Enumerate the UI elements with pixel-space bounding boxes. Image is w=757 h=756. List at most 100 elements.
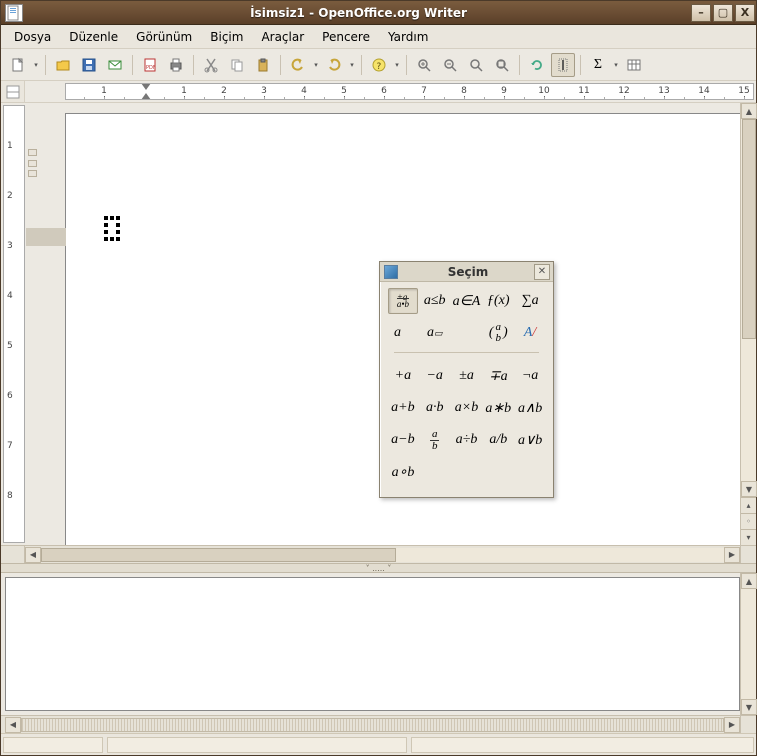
palette-a-or-b[interactable]: a∨b <box>515 427 545 453</box>
menu-file[interactable]: Dosya <box>7 27 58 47</box>
palette-relations[interactable]: a≤b <box>420 288 450 314</box>
redo-button[interactable] <box>322 53 346 77</box>
mail-button[interactable] <box>103 53 127 77</box>
palette-not-a[interactable]: ¬a <box>515 363 545 389</box>
pdf-button[interactable]: PDF <box>138 53 162 77</box>
formula-scroll-down[interactable]: ▼ <box>741 699 757 715</box>
new-dropdown[interactable]: ▾ <box>31 53 41 77</box>
formula-vscroll[interactable]: ▲ ▼ <box>740 573 756 715</box>
vscroll-thumb[interactable] <box>742 119 756 339</box>
zoom-out-button[interactable] <box>438 53 462 77</box>
selection-palette[interactable]: Seçim ✕ +aa•ba≤ba∈Aƒ(x)∑a a⃗a▭ (ab)A/ +a−… <box>379 261 554 498</box>
palette-minus-a[interactable]: −a <box>420 363 450 389</box>
next-page-button[interactable]: ▾ <box>741 529 756 545</box>
formula-scroll-up[interactable]: ▲ <box>741 573 757 589</box>
palette-functions[interactable]: ƒ(x) <box>483 288 513 314</box>
sigma-dropdown[interactable]: ▾ <box>611 53 621 77</box>
status-cell-3[interactable] <box>411 737 754 753</box>
table-button[interactable] <box>622 53 646 77</box>
palette-brackets[interactable]: (ab) <box>483 320 513 346</box>
ruler-first-indent-marker[interactable] <box>141 83 151 90</box>
scroll-right-button[interactable]: ▶ <box>724 547 740 563</box>
vertical-scrollbar[interactable]: ▲ ▼ ▴ ◦ ▾ <box>740 103 756 545</box>
palette-attributes[interactable]: a▭ <box>420 320 450 346</box>
palette-a-circ-b[interactable]: a∘b <box>388 459 418 485</box>
palette-plusminus-a[interactable]: ±a <box>452 363 482 389</box>
close-button[interactable]: X <box>735 4 755 22</box>
copy-button[interactable] <box>225 53 249 77</box>
palette-a-over-b[interactable]: ab <box>420 427 450 453</box>
menu-window[interactable]: Pencere <box>315 27 377 47</box>
status-cell-2[interactable] <box>107 737 407 753</box>
ruler-v-number: 3 <box>7 241 13 251</box>
undo-dropdown[interactable]: ▾ <box>311 53 321 77</box>
menu-tools[interactable]: Araçlar <box>254 27 311 47</box>
placeholder-icon <box>104 216 126 244</box>
zoom-100-button[interactable] <box>464 53 488 77</box>
menu-help[interactable]: Yardım <box>381 27 435 47</box>
palette-minusplus-a[interactable]: ∓a <box>483 363 513 389</box>
palette-a-and-b[interactable]: a∧b <box>515 395 545 421</box>
palette-a-dot-b[interactable]: a·b <box>420 395 450 421</box>
palette-a-star-b[interactable]: a∗b <box>483 395 513 421</box>
undo-button[interactable] <box>286 53 310 77</box>
palette-operators[interactable]: ∑a <box>515 288 545 314</box>
horizontal-scrollbar[interactable]: ◀ ▶ <box>25 546 740 563</box>
palette-titlebar[interactable]: Seçim ✕ <box>380 262 553 282</box>
new-button[interactable] <box>6 53 30 77</box>
scroll-up-button[interactable]: ▲ <box>741 103 757 119</box>
palette-a-minus-b[interactable]: a−b <box>388 427 418 453</box>
formula-input[interactable] <box>5 577 740 711</box>
palette-a-slash-b[interactable]: a/b <box>483 427 513 453</box>
vertical-ruler[interactable]: 12345678 <box>3 105 25 543</box>
ruler-v-number: 7 <box>7 441 13 451</box>
refresh-button[interactable] <box>525 53 549 77</box>
document-area[interactable]: Seçim ✕ +aa•ba≤ba∈Aƒ(x)∑a a⃗a▭ (ab)A/ +a−… <box>25 103 740 545</box>
menu-format[interactable]: Biçim <box>203 27 250 47</box>
ruler-h-number: 14 <box>698 86 709 96</box>
palette-plus-a[interactable]: +a <box>388 363 418 389</box>
minimize-button[interactable]: – <box>691 4 711 22</box>
zoom-in-button[interactable] <box>412 53 436 77</box>
palette-vectors[interactable]: a⃗ <box>388 320 418 346</box>
formula-hscroll[interactable]: ◀ ▶ <box>1 716 740 733</box>
status-cell-1[interactable] <box>3 737 103 753</box>
help-dropdown[interactable]: ▾ <box>392 53 402 77</box>
paste-button[interactable] <box>251 53 275 77</box>
ruler-v-number: 2 <box>7 191 13 201</box>
palette-a-plus-b[interactable]: a+b <box>388 395 418 421</box>
statusbar <box>1 733 756 755</box>
scroll-left-button[interactable]: ◀ <box>25 547 41 563</box>
palette-a-times-b[interactable]: a×b <box>452 395 482 421</box>
formula-scroll-left[interactable]: ◀ <box>5 717 21 733</box>
palette-unary-binary[interactable]: +aa•b <box>388 288 418 314</box>
cut-button[interactable] <box>199 53 223 77</box>
redo-dropdown[interactable]: ▾ <box>347 53 357 77</box>
print-button[interactable] <box>164 53 188 77</box>
splitter[interactable]: ˅ ..... ˅ <box>1 563 756 573</box>
cursor-button[interactable] <box>551 53 575 77</box>
maximize-button[interactable]: ▢ <box>713 4 733 22</box>
titlebar[interactable]: İsimsiz1 - OpenOffice.org Writer – ▢ X <box>1 1 756 25</box>
ruler-left-indent-marker[interactable] <box>141 93 151 100</box>
hscroll-thumb[interactable] <box>41 548 396 562</box>
ruler-v-number: 8 <box>7 491 13 501</box>
help-button[interactable]: ? <box>367 53 391 77</box>
horizontal-ruler[interactable]: 1123456789101112131415 <box>65 83 754 100</box>
prev-page-button[interactable]: ▴ <box>741 497 756 513</box>
menu-view[interactable]: Görünüm <box>129 27 199 47</box>
save-button[interactable] <box>77 53 101 77</box>
palette-a-div-b[interactable]: a÷b <box>452 427 482 453</box>
open-button[interactable] <box>51 53 75 77</box>
zoom-all-button[interactable] <box>490 53 514 77</box>
menu-edit[interactable]: Düzenle <box>62 27 125 47</box>
palette-formats[interactable]: A/ <box>515 320 545 346</box>
nav-button[interactable]: ◦ <box>741 513 756 529</box>
scroll-down-button[interactable]: ▼ <box>741 481 757 497</box>
ruler-corner[interactable] <box>1 81 25 102</box>
formula-hscroll-thumb[interactable] <box>21 718 724 732</box>
formula-scroll-right[interactable]: ▶ <box>724 717 740 733</box>
sigma-button[interactable]: Σ <box>586 53 610 77</box>
palette-close-button[interactable]: ✕ <box>534 264 550 280</box>
palette-set-ops[interactable]: a∈A <box>452 288 482 314</box>
